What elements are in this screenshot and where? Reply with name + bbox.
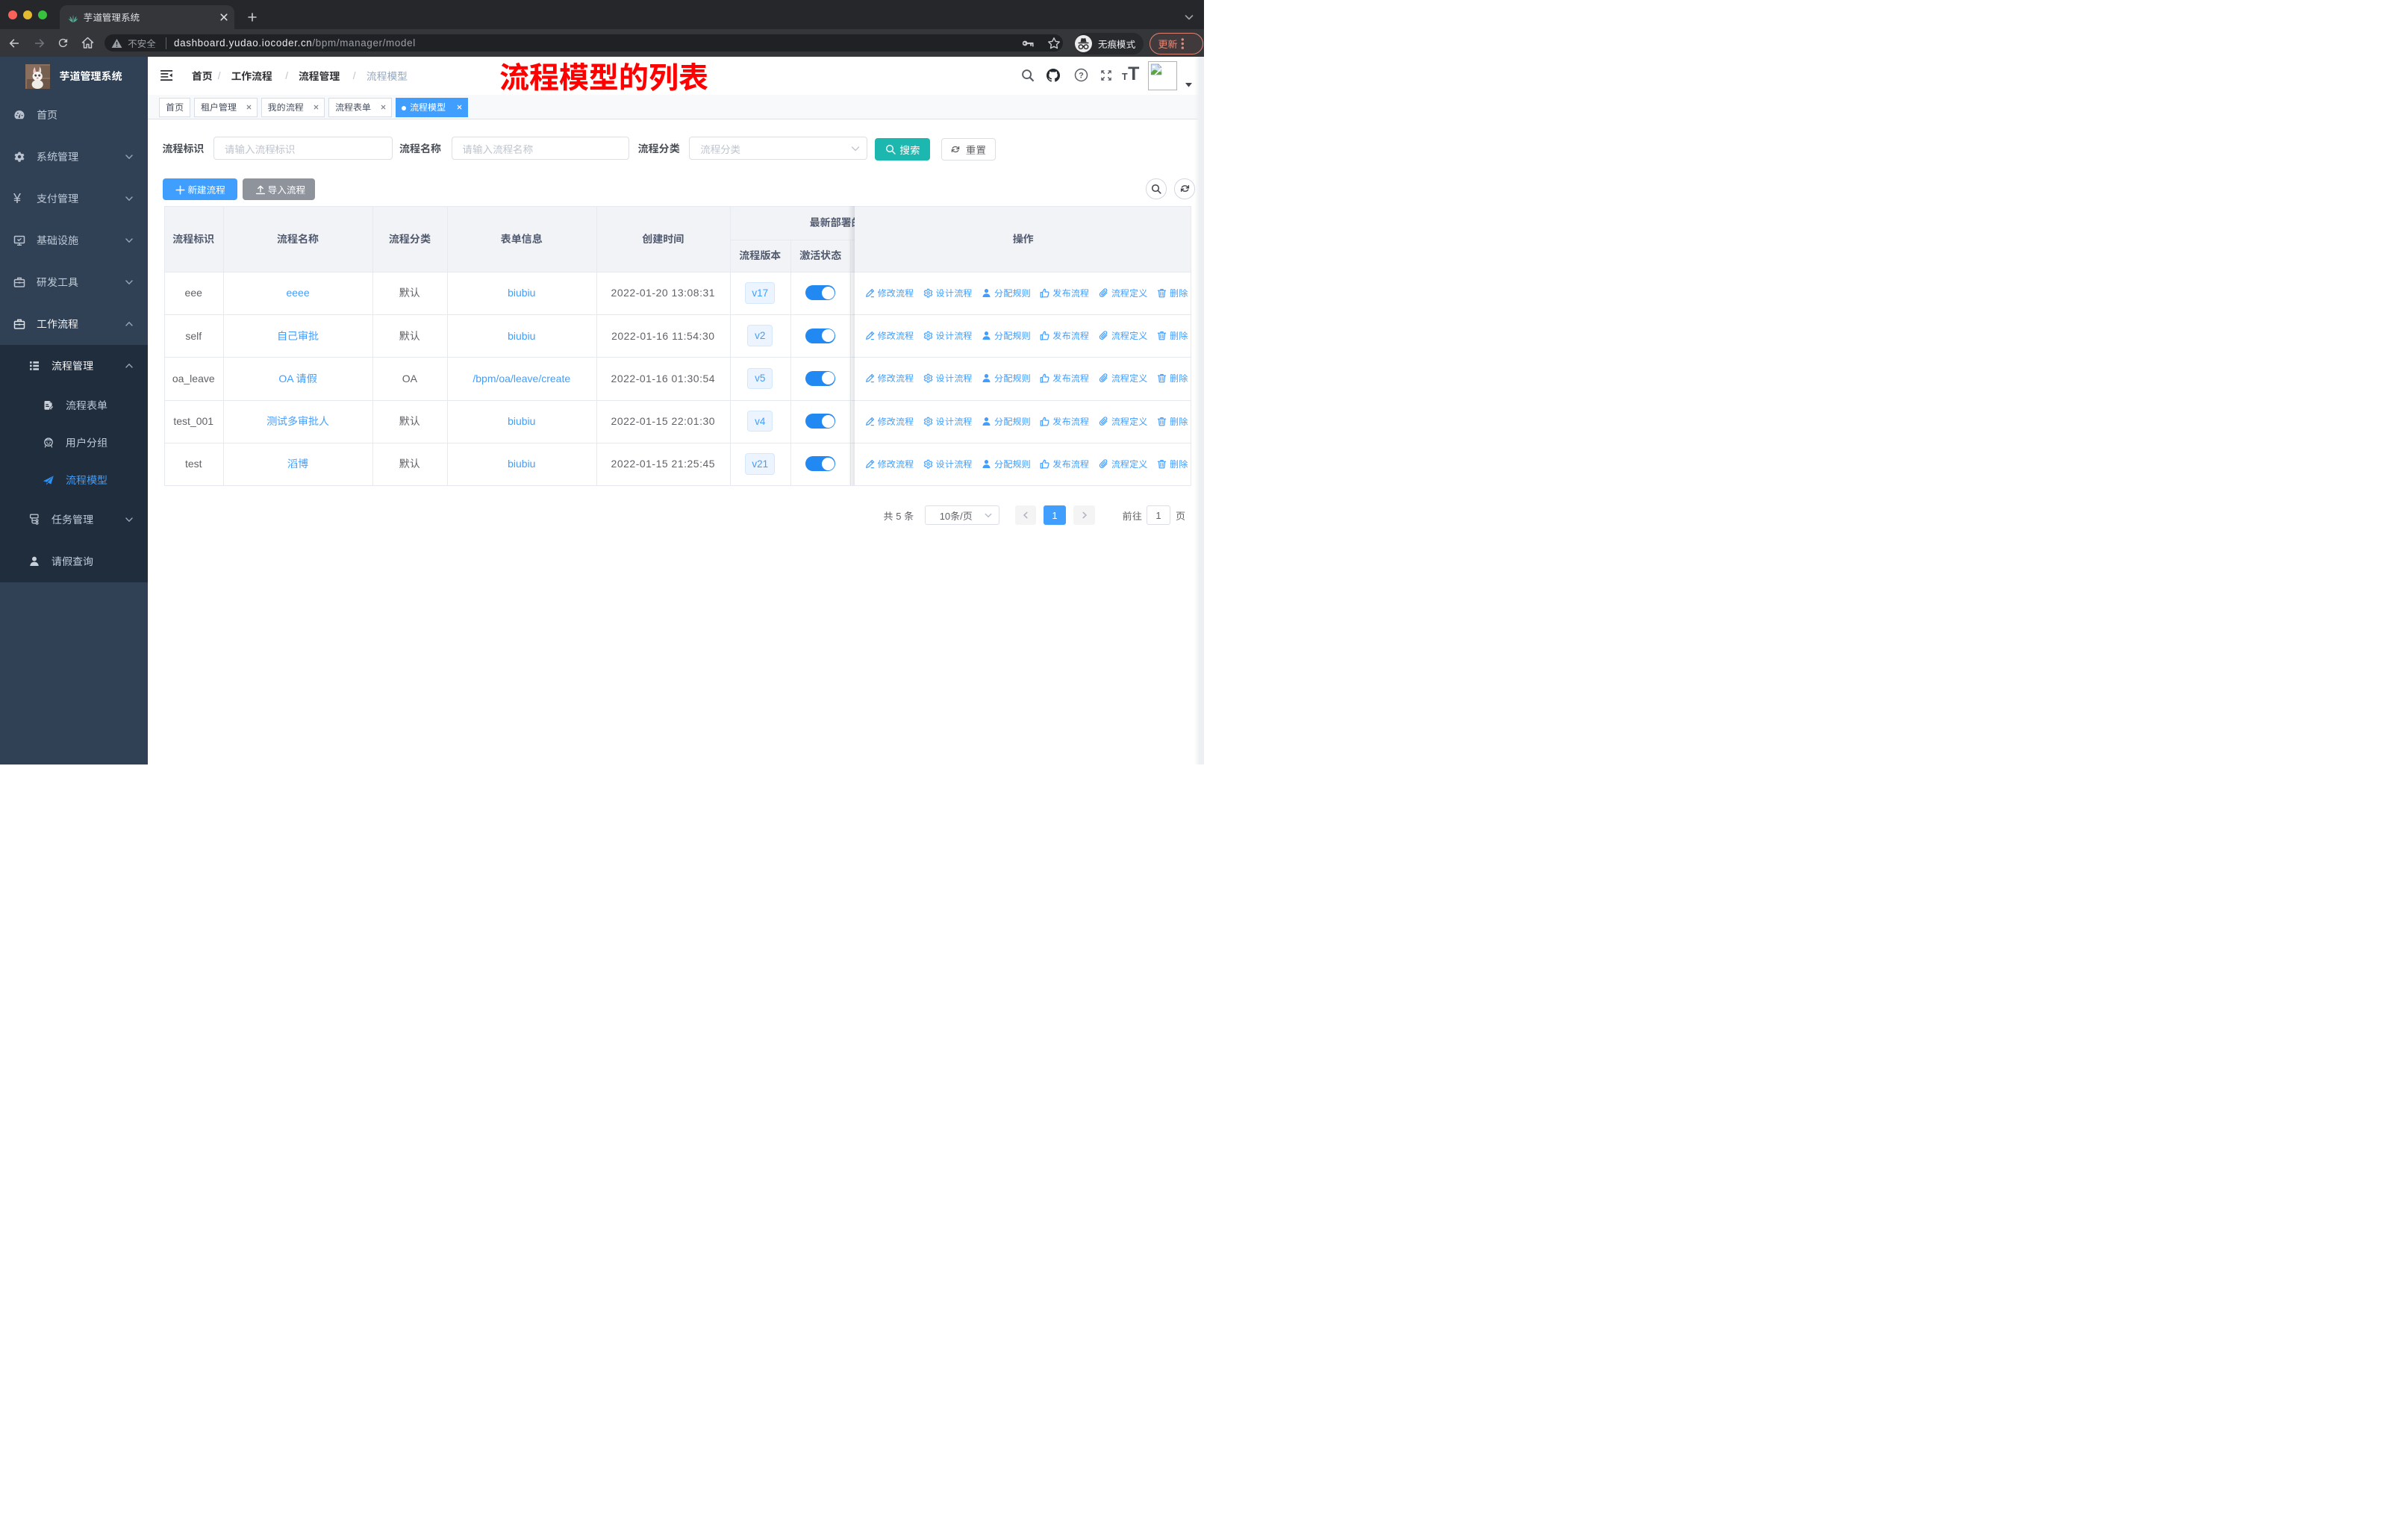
svg-text:?: ?: [1079, 72, 1084, 81]
